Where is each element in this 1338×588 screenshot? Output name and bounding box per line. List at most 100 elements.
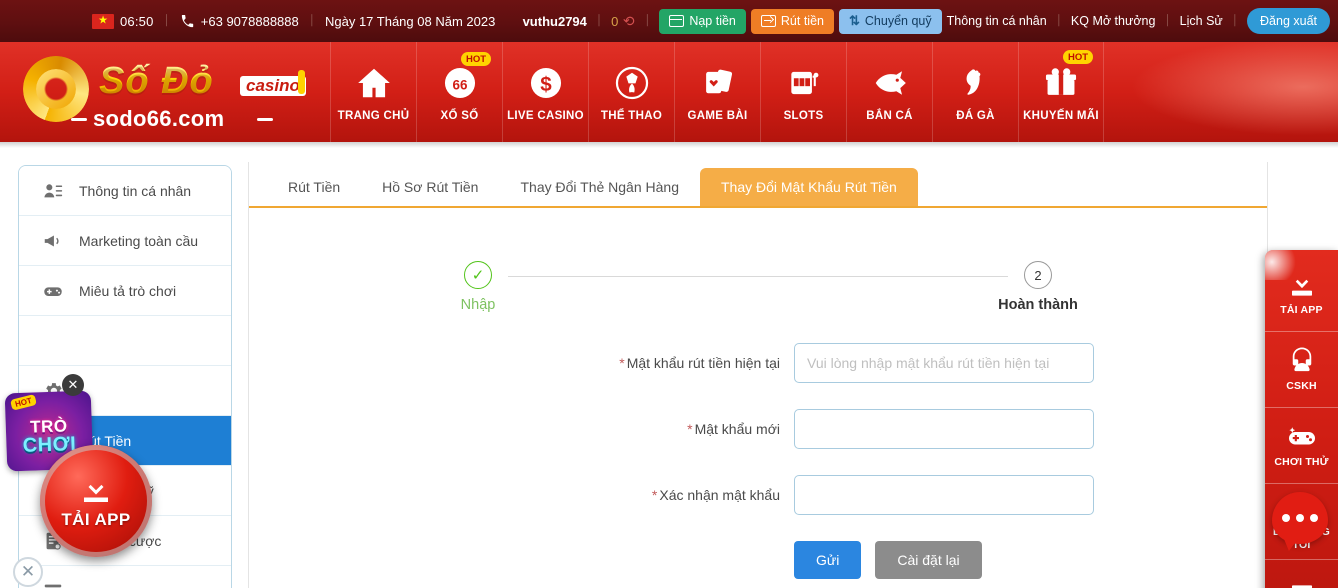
soccer-ball-icon [615,66,648,99]
tab-rút-tiền[interactable]: Rút Tiền [267,168,361,206]
form-row: * Mật khẩu rút tiền hiện tại [249,343,1267,383]
gift-icon [1045,67,1077,95]
reset-button[interactable]: Cài đặt lại [875,541,982,579]
nav-item-game-bài[interactable]: GAME BÀI [674,42,760,142]
sidebar-item-thông-tin-cá-nhân[interactable]: Thông tin cá nhân [19,166,231,216]
transfer-button[interactable]: ⇅ Chuyển quỹ [838,8,942,34]
form-actions: Gửi Cài đặt lại [249,541,1267,579]
close-marketing-popup-icon[interactable]: ✕ [62,374,84,396]
tab-thay-đổi-thẻ-ngân-hàng[interactable]: Thay Đổi Thẻ Ngân Hàng [499,168,700,206]
logo-domain: sodo66.com [93,106,225,131]
current-date: Ngày 17 Tháng 08 Năm 2023 [324,13,496,29]
soccer-ball-icon [612,63,652,103]
input-xác-nhận-mật-khẩu[interactable] [794,475,1094,515]
home-icon [357,68,390,97]
step-2: 2 Hoàn thành [988,261,1088,313]
input-mật-khẩu-rút-tiền-hiện-tại[interactable] [794,343,1094,383]
tai-app-label: TẢI APP [61,510,131,529]
step-indicator: ✓ Nhập 2 Hoàn thành [461,261,1078,317]
nav-item-đá-gà[interactable]: ĐÁ GÀ [932,42,1018,142]
hot-badge: HOT [461,52,492,67]
lottery-66-icon: 66 [440,63,480,103]
tab-label: Thay Đổi Thẻ Ngân Hàng [520,179,679,195]
chat-button[interactable] [1272,492,1328,544]
rail-item-scroll-top[interactable] [1265,560,1338,588]
top-bar-left: ★ 06:50 ⏐ +63 9078888888 ⏐ Ngày 17 Tháng… [92,13,496,29]
rail-item-label: CSKH [1286,380,1317,393]
sidebar-item-miêu-tả-trò-chơi[interactable]: Miêu tả trò chơi [19,266,231,316]
game-description-icon [41,279,65,303]
game-description-icon [44,286,62,296]
user-details-icon [41,179,65,203]
divider: ⏐ [1164,14,1171,27]
tab-hồ-sơ-rút-tiền[interactable]: Hồ Sơ Rút Tiền [361,168,499,206]
nav-item-label: THỂ THAO [600,109,663,122]
tab-label: Hồ Sơ Rút Tiền [382,179,479,195]
customer-service-icon [1292,347,1311,372]
nav-item-live-casino[interactable]: $ LIVE CASINO [502,42,588,142]
page-body: Thông tin cá nhân Marketing toàn cầu Miêu … [0,142,1338,588]
tab-label: Thay Đổi Mật Khẩu Rút Tiền [720,179,897,195]
logout-button[interactable]: Đăng xuất [1247,8,1330,34]
list-icon [44,584,62,588]
nav-item-thể-thao[interactable]: THỂ THAO [588,42,674,142]
nav-item-xổ-số[interactable]: HOT 66 XỔ SỐ [416,42,502,142]
sidebar-item-marketing-toàn-cầu[interactable]: Marketing toàn cầu [19,216,231,266]
tab-thay-đổi-mật-khẩu-rút-tiền[interactable]: Thay Đổi Mật Khẩu Rút Tiền [699,168,918,206]
input-mật-khẩu-mới[interactable] [794,409,1094,449]
sidebar-item-blank-8[interactable] [19,566,231,588]
home-icon [354,63,394,103]
dollar-coin-icon: $ [526,63,566,103]
nav-items: TRANG CHỦ HOT 66 XỔ SỐ $ LIVE CASINO THỂ THAO G… [330,42,1104,142]
balance-amount: 0 [611,13,619,29]
sidebar-item-label: Thông tin cá nhân [79,182,192,199]
logo-accent [298,70,305,94]
top-bar: ★ 06:50 ⏐ +63 9078888888 ⏐ Ngày 17 Tháng… [0,0,1338,42]
link-history[interactable]: Lịch Sử [1180,14,1223,28]
top-bar-right: vuthu2794 ⏐ 0 ⟳ ⏐ Nạp tiền Rút tiền ⇅ Ch… [523,8,1330,34]
change-withdraw-password-form: *Mật khẩu rút tiền hiện tại *Mật khẩu mới… [249,343,1267,515]
hot-badge: HOT [1063,50,1094,65]
nav-item-label: GAME BÀI [687,109,748,122]
tro-choi-line1: TRÒ [29,415,68,437]
divider: ⏐ [163,14,170,27]
submit-button[interactable]: Gửi [794,541,862,579]
logo-casino-badge: casino [240,76,306,96]
close-tai-app-icon[interactable]: ✕ [13,557,43,587]
nav-item-label: KHUYẾN MÃI [1023,109,1099,122]
main-navigation: Số Đỏ casino sodo66.com TRANG CHỦ HOT 66 XỔ… [0,42,1338,142]
required-marker: * [651,487,658,503]
divider: ⏐ [308,14,315,27]
tai-app-floating-button[interactable]: TẢI APP [40,445,152,557]
refresh-icon[interactable]: ⟳ [623,13,635,30]
nav-item-trang-chủ[interactable]: TRANG CHỦ [330,42,416,142]
sidebar-item-blank-3[interactable] [19,316,231,366]
rail-item-chơi-thử[interactable]: CHƠI THỬ [1265,408,1338,484]
scroll-top-icon [1291,584,1312,588]
username-label: vuthu2794 [522,13,587,29]
link-results[interactable]: KQ Mở thưởng [1071,14,1156,28]
divider: ⏐ [644,14,651,27]
logo-title: Số Đỏ [99,60,214,102]
playing-cards-icon [705,69,732,93]
nav-item-khuyến-mãi[interactable]: HOT KHUYẾN MÃI [1018,42,1104,142]
form-row: * Xác nhận mật khẩu [249,475,1267,515]
hot-badge: HOT [10,394,37,411]
card-icon [669,15,685,27]
sidebar-item-label: Marketing toàn cầu [79,232,199,249]
withdraw-button[interactable]: Rút tiền [750,8,834,34]
link-profile[interactable]: Thông tin cá nhân [947,14,1047,28]
chat-dot [1282,514,1290,522]
rooster-icon [956,63,996,103]
form-row: * Mật khẩu mới [249,409,1267,449]
site-logo[interactable]: Số Đỏ casino sodo66.com [0,42,330,142]
transfer-arrows-icon: ⇅ [848,13,860,28]
deposit-button[interactable]: Nạp tiền [659,8,746,34]
blank-icon [42,330,64,352]
nav-item-bắn-cá[interactable]: BẮN CÁ [846,42,932,142]
nav-item-slots[interactable]: SLOTS [760,42,846,142]
rail-item-cskh[interactable]: CSKH [1265,332,1338,408]
divider: ⏐ [595,14,603,27]
deposit-label: Nạp tiền [689,14,736,28]
tab-bar: Rút Tiền Hồ Sơ Rút Tiền Thay Đổi Thẻ Ngân … [249,162,1267,208]
